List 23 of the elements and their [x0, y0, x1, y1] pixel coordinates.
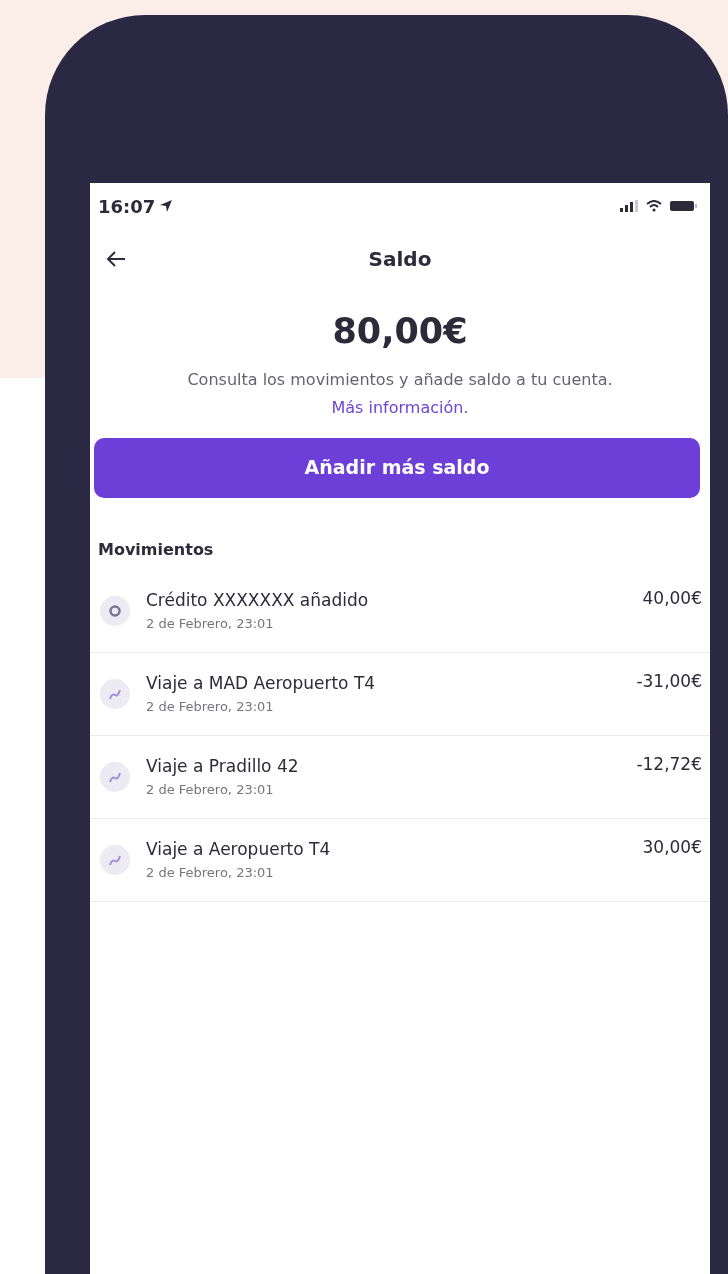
movement-title: Viaje a Pradillo 42	[146, 755, 300, 778]
movement-date: 2 de Febrero, 23:01	[146, 614, 275, 633]
movement-amount: -31,00€	[636, 669, 702, 693]
movement-row[interactable]: Viaje a MAD Aeropuerto T4 2 de Febrero, 23:01 -31,00€	[90, 652, 710, 736]
movement-row[interactable]: Viaje a Aeropuerto T4 2 de Febrero, 23:01 30,00€	[90, 818, 710, 902]
section-heading: Movimientos	[98, 539, 214, 559]
add-balance-button[interactable]: Añadir más saldo	[94, 437, 700, 498]
movement-row[interactable]: Viaje a Pradillo 42 2 de Febrero, 23:01 -12,72€	[90, 735, 710, 819]
movement-title: Crédito XXXXXXX añadido	[146, 589, 370, 612]
movement-date: 2 de Febrero, 23:01	[146, 780, 275, 799]
more-info-link[interactable]: Más información.	[331, 397, 469, 417]
screen-title: Saldo	[368, 246, 432, 273]
movement-title: Viaje a Aeropuerto T4	[146, 838, 332, 861]
status-time: 16:07	[98, 194, 156, 219]
movement-amount: 30,00€	[642, 835, 702, 859]
balance-amount: 80,00€	[332, 311, 468, 351]
movement-title: Viaje a MAD Aeropuerto T4	[146, 672, 377, 695]
movement-amount: -12,72€	[636, 752, 702, 776]
movement-row[interactable]: Crédito XXXXXXX añadido 2 de Febrero, 23:01 40,00€	[90, 569, 710, 653]
balance-description: Consulta los movimientos y añade saldo a tu cuenta. Más información.	[186, 368, 614, 419]
movement-date: 2 de Febrero, 23:01	[146, 863, 275, 882]
movement-date: 2 de Febrero, 23:01	[146, 697, 275, 716]
movement-amount: 40,00€	[642, 586, 702, 610]
